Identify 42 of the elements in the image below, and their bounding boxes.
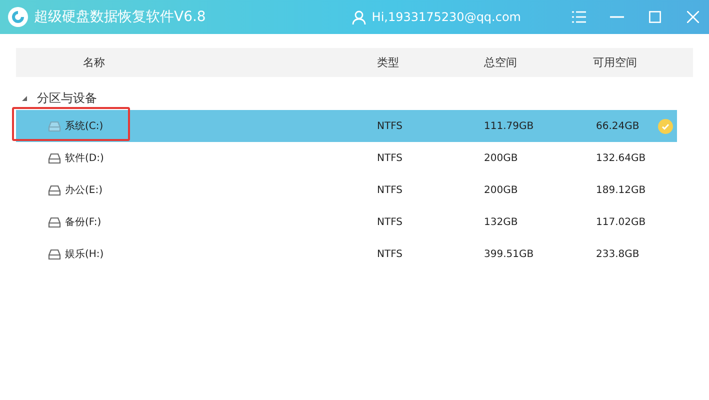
caret-icon[interactable] [22, 96, 27, 101]
drive-icon [48, 184, 61, 196]
maximize-button[interactable] [647, 9, 663, 25]
close-button[interactable] [685, 9, 701, 25]
table-cell: 132.64GB [596, 152, 646, 164]
table-cell: 200GB [484, 184, 518, 196]
table-cell: 117.02GB [596, 216, 646, 228]
table-cell: 200GB [484, 152, 518, 164]
column-header[interactable]: 名称 [16, 55, 105, 70]
drive-icon [48, 248, 61, 260]
drive-name: 备份(F:) [65, 216, 102, 229]
drive-icon [48, 216, 61, 228]
drive-icon [48, 120, 61, 132]
table-cell: 399.51GB [484, 248, 534, 260]
column-header[interactable]: 可用空间 [593, 55, 637, 70]
table-cell: NTFS [377, 184, 403, 196]
group-label: 分区与设备 [37, 90, 97, 107]
menu-button[interactable] [571, 9, 587, 25]
table-cell: 233.8GB [596, 248, 640, 260]
table-cell: 132GB [484, 216, 518, 228]
column-header[interactable]: 总空间 [484, 55, 517, 70]
drive-row[interactable]: 办公(E:) NTFS 200GB 189.12GB [16, 174, 677, 206]
drive-row[interactable]: 备份(F:) NTFS 132GB 117.02GB [16, 206, 677, 238]
drive-row[interactable]: 娱乐(H:) NTFS 399.51GB 233.8GB [16, 238, 677, 270]
table-cell: 189.12GB [596, 184, 646, 196]
drive-name: 办公(E:) [65, 184, 102, 197]
column-header[interactable]: 类型 [377, 55, 399, 70]
drive-row[interactable]: 软件(D:) NTFS 200GB 132.64GB [16, 142, 677, 174]
user-icon[interactable] [352, 10, 366, 24]
window-title: 超级硬盘数据恢复软件V6.8 [34, 8, 207, 26]
logo-icon [8, 7, 28, 27]
table-cell: NTFS [377, 152, 403, 164]
table-cell: NTFS [377, 248, 403, 260]
drive-icon [48, 152, 61, 164]
table-cell: NTFS [377, 216, 403, 228]
table-cell: 111.79GB [484, 120, 534, 132]
drive-name: 系统(C:) [65, 120, 104, 133]
drive-name: 软件(D:) [65, 152, 104, 165]
table-cell: 66.24GB [596, 120, 640, 132]
drive-name: 娱乐(H:) [65, 248, 104, 261]
check-icon [658, 118, 673, 134]
table-cell: NTFS [377, 120, 403, 132]
